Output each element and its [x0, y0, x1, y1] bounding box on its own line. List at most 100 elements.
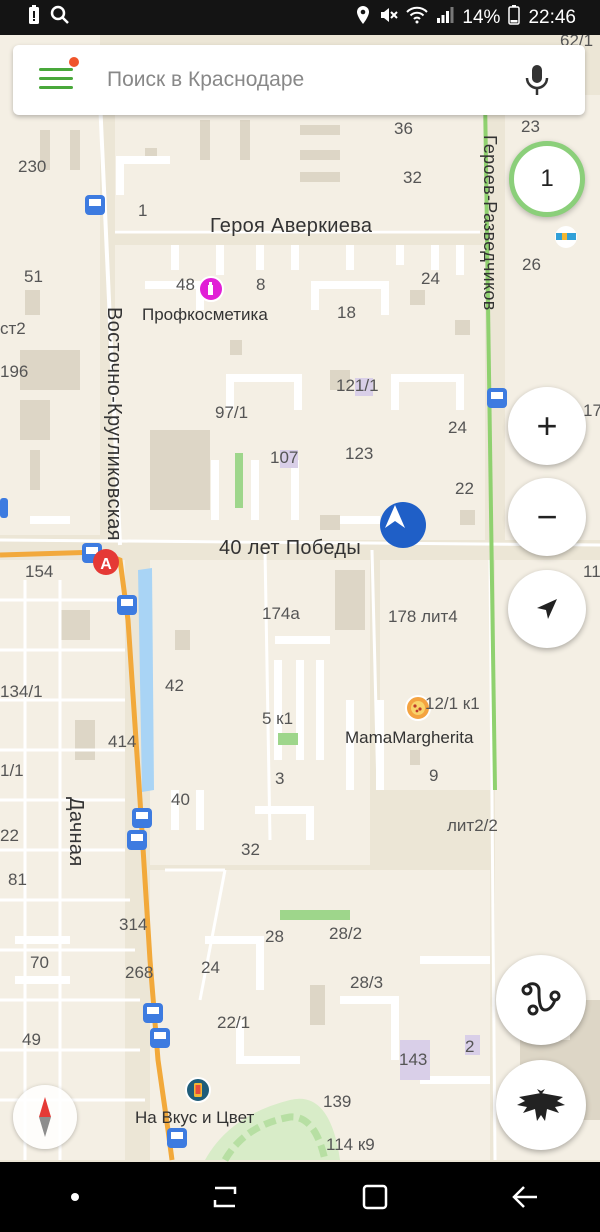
home-button[interactable] — [345, 1172, 405, 1222]
location-arrow-icon — [537, 599, 557, 619]
back-button[interactable] — [495, 1172, 555, 1222]
poi-label-na-vkus-i-tsvet[interactable]: На Вкус и Цвет — [135, 1108, 254, 1128]
house-number: 97/1 — [215, 403, 249, 422]
menu-button[interactable] — [39, 57, 91, 100]
street-geroev-razvedchikov: Героев-Разведчиков — [480, 135, 500, 311]
house-number: 36 — [394, 119, 413, 138]
recent-apps-button[interactable] — [195, 1172, 255, 1222]
search-input[interactable] — [105, 67, 515, 93]
zoom-in-button[interactable]: + — [508, 387, 586, 465]
house-number: 139 — [323, 1092, 352, 1111]
battery-percent: 14% — [462, 6, 501, 28]
poi-label-profkosmetika[interactable]: Профкосметика — [142, 305, 268, 325]
house-number: 143 — [399, 1050, 428, 1069]
house-number: 49 — [22, 1030, 41, 1049]
bus-stop-icon — [132, 808, 152, 828]
bus-stop-icon — [150, 1028, 170, 1048]
house-number: 414 — [108, 732, 137, 751]
zoom-out-label: − — [536, 496, 558, 537]
house-number: 17 — [583, 401, 600, 420]
route-button[interactable] — [496, 955, 586, 1045]
house-number: 5 к1 — [262, 709, 294, 728]
house-number: 22 — [455, 479, 474, 498]
battery-alert-icon — [28, 4, 40, 31]
house-number: 178 лит4 — [388, 607, 458, 626]
house-number: 22 — [0, 826, 19, 845]
bus-stop-icon — [167, 1128, 187, 1148]
house-number: 32 — [403, 168, 422, 187]
house-number: 134/1 — [0, 682, 43, 701]
house-number: 48 — [176, 275, 195, 294]
house-number: 40 — [171, 790, 190, 809]
house-number: 196 — [0, 362, 29, 381]
house-number: 314 — [119, 915, 148, 934]
house-number: 24 — [201, 958, 220, 977]
house-number: 3 — [275, 769, 285, 788]
house-number: 28/2 — [329, 924, 363, 943]
house-number: 1 — [138, 201, 148, 220]
navigation-arrow-icon — [385, 505, 405, 528]
bus-stop-icon — [117, 595, 137, 615]
street-40-let-pobedy: 40 лет Победы — [219, 537, 362, 559]
user-location-marker — [380, 502, 426, 548]
system-navigation-bar — [0, 1162, 600, 1232]
my-location-button[interactable] — [508, 570, 586, 648]
store-icon — [555, 226, 577, 248]
route-icon — [521, 982, 561, 1016]
house-number: 107 — [270, 448, 299, 467]
house-number: 121/1 — [336, 376, 379, 395]
house-number: 26 — [522, 255, 541, 274]
house-number: 28 — [265, 927, 284, 946]
house-number: 42 — [165, 676, 184, 695]
bus-stop-icon — [85, 195, 105, 215]
poi-label-mamamargherita[interactable]: MamaMargherita — [345, 728, 474, 748]
back-arrow-icon — [512, 1186, 537, 1208]
signal-icon — [436, 6, 454, 30]
house-number: 22/1 — [217, 1013, 251, 1032]
house-number: лит2/2 — [447, 816, 498, 835]
house-number: 23 — [521, 117, 540, 136]
street-geroya-averkieva: Героя Аверкиева — [210, 215, 373, 237]
gas-station-icon: A — [93, 549, 119, 575]
house-number: 11 — [583, 562, 600, 581]
bus-stop-icon — [0, 498, 8, 518]
house-number: 9 — [429, 766, 439, 785]
house-number: 174а — [262, 604, 300, 623]
house-number: 18 — [337, 303, 356, 322]
house-number: 2 — [465, 1037, 475, 1056]
house-number: 268 — [125, 963, 154, 982]
bus-stop-icon — [487, 388, 507, 408]
home-icon — [362, 1184, 388, 1210]
traffic-level-button[interactable]: 1 — [509, 141, 585, 217]
compass-button[interactable] — [13, 1085, 77, 1149]
microphone-icon — [525, 65, 549, 95]
bus-stop-icon — [143, 1003, 163, 1023]
house-number: 154 — [25, 562, 54, 581]
house-number: 123 — [345, 444, 374, 463]
house-number: 81 — [8, 870, 27, 889]
house-number: 70 — [30, 953, 49, 972]
location-icon — [356, 5, 370, 31]
cosmetics-icon — [208, 282, 213, 295]
eagle-button[interactable] — [496, 1060, 586, 1150]
house-number: 1/1 — [0, 761, 24, 780]
search-bar[interactable] — [13, 45, 585, 115]
phone-shop-pin[interactable] — [185, 1077, 211, 1103]
search-icon — [50, 5, 70, 31]
zoom-out-button[interactable]: − — [508, 478, 586, 556]
clock: 22:46 — [528, 6, 576, 28]
dot-icon — [71, 1193, 79, 1201]
house-number: 24 — [421, 269, 440, 288]
svg-text:A: A — [100, 556, 112, 573]
house-number: 8 — [256, 275, 266, 294]
house-number: 51 — [24, 267, 43, 286]
wifi-icon — [406, 6, 429, 30]
zoom-in-label: + — [536, 405, 558, 446]
street-vostochno-kruglikovskaya: Восточно-Кругликовская — [103, 307, 125, 541]
nav-dot-button[interactable] — [45, 1172, 105, 1222]
house-number: 114 к9 — [326, 1135, 375, 1154]
profkosmetika-pin[interactable] — [198, 276, 224, 302]
street-dachnaya: Дачная — [65, 797, 87, 867]
microphone-button[interactable] — [515, 58, 559, 102]
house-number: 28/3 — [350, 973, 384, 992]
